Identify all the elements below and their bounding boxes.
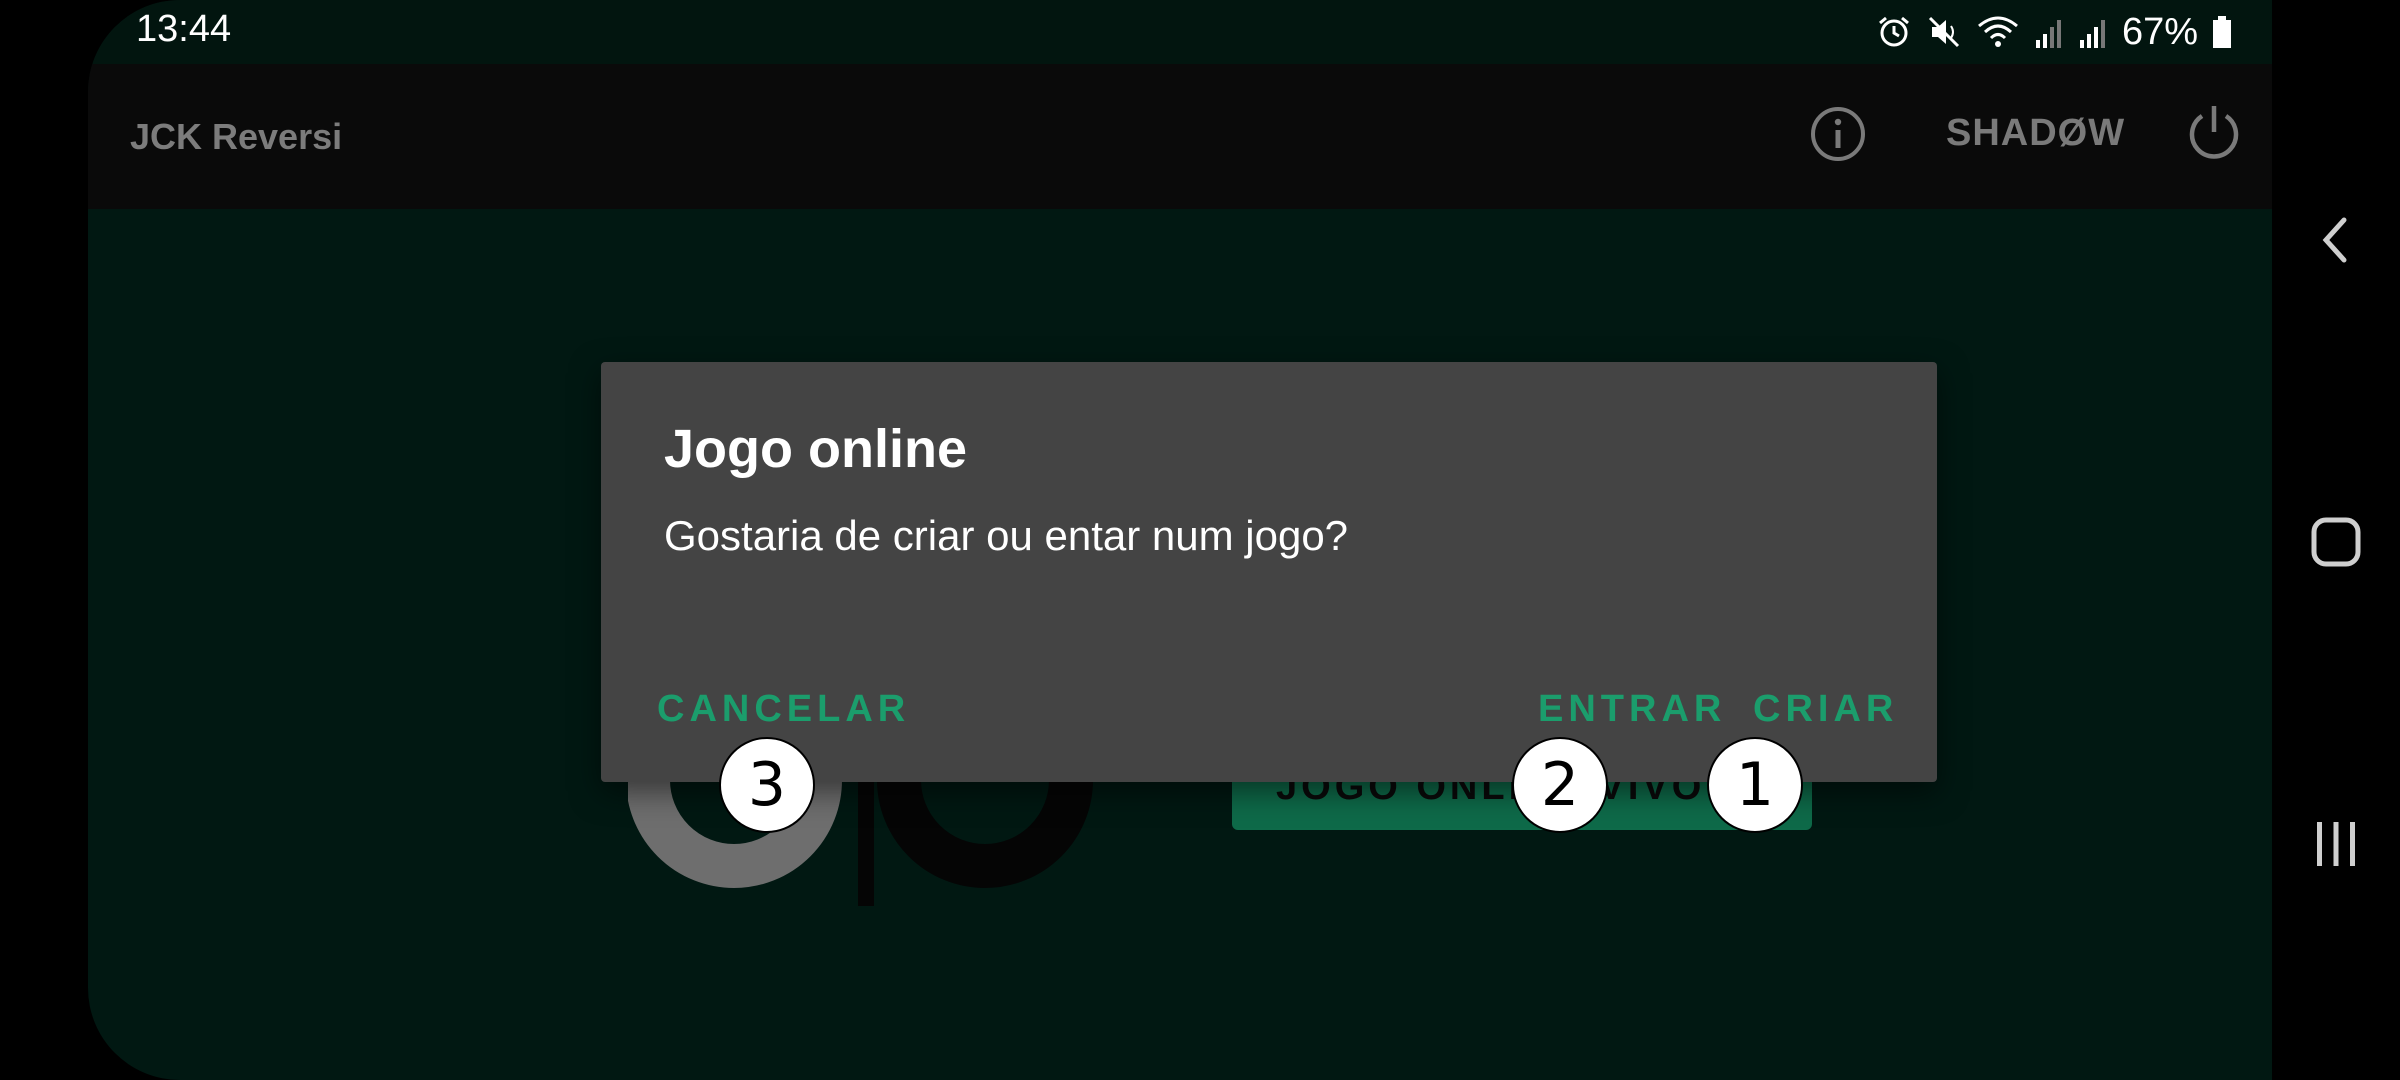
marker-enter: 2 (1512, 737, 1608, 833)
dialog-message: Gostaria de criar ou entar num jogo? (664, 512, 1349, 559)
home-icon[interactable] (2304, 510, 2368, 574)
device-screen: 13:44 67% JCK Reversi SHADØW JOGO ONLINE… (0, 0, 2272, 1080)
back-icon[interactable] (2304, 208, 2368, 272)
cancel-button[interactable]: CANCELAR (657, 688, 910, 731)
app-window: 13:44 67% JCK Reversi SHADØW JOGO ONLINE… (88, 0, 2272, 1080)
marker-create: 1 (1707, 737, 1803, 833)
enter-button[interactable]: ENTRAR (1538, 688, 1726, 731)
navigation-bar (2272, 0, 2400, 1080)
dialog-title: Jogo online (664, 419, 967, 479)
online-game-dialog: Jogo online Gostaria de criar ou entar n… (601, 362, 1937, 782)
create-button[interactable]: CRIAR (1753, 688, 1898, 731)
recents-icon[interactable] (2304, 812, 2368, 876)
marker-cancel: 3 (719, 737, 815, 833)
